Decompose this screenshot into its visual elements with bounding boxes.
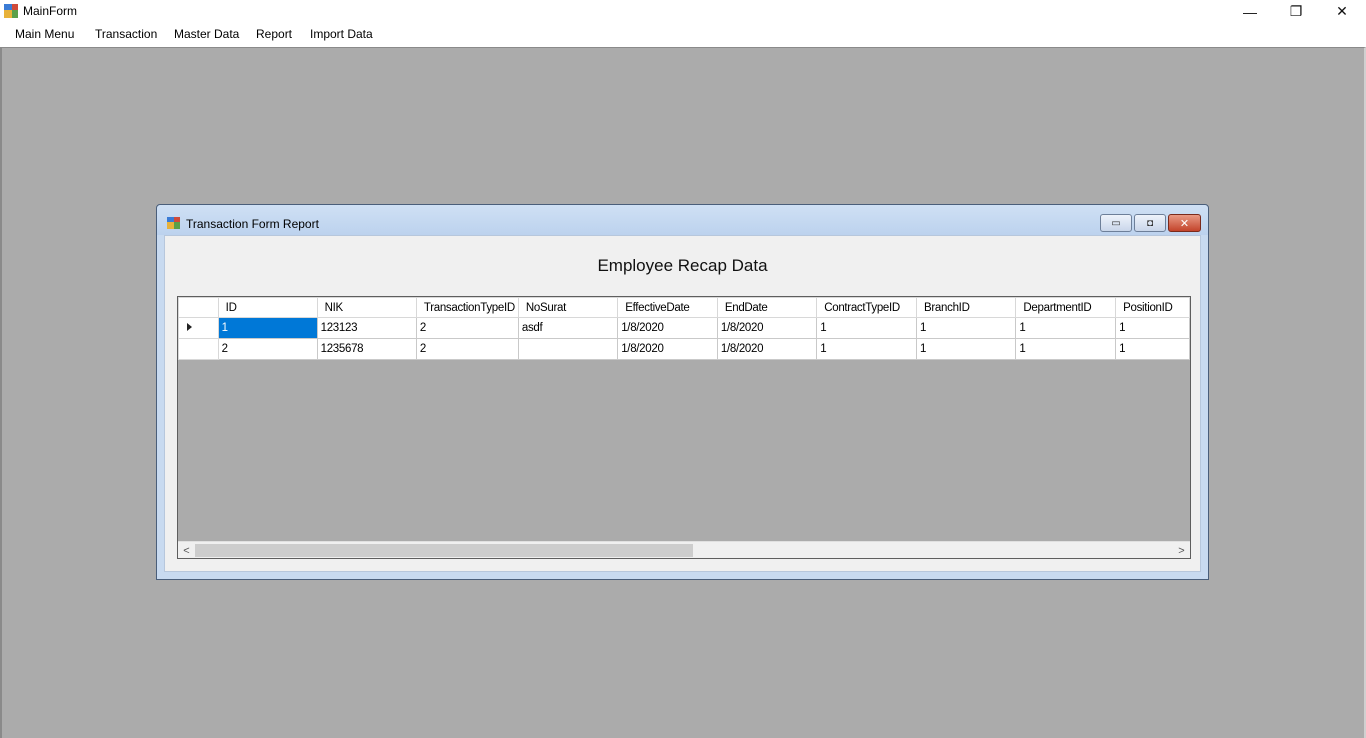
menu-main-menu[interactable]: Main Menu	[15, 27, 74, 41]
row-header[interactable]	[178, 338, 219, 360]
grid-cell[interactable]: 1/8/2020	[617, 338, 718, 360]
menu-master-data[interactable]: Master Data	[174, 27, 239, 41]
grid-table: ID NIK TransactionTypeID NoSurat Effecti…	[178, 297, 1190, 360]
row-header[interactable]	[178, 317, 219, 339]
menu-bar: Main Menu Transaction Master Data Report…	[0, 23, 1366, 47]
grid-cell[interactable]: asdf	[517, 317, 619, 339]
child-minimize-button[interactable]: ▭	[1100, 214, 1132, 232]
grid-cell[interactable]: 2	[217, 338, 318, 360]
grid-cell[interactable]: 1	[1015, 338, 1117, 360]
menu-import-data[interactable]: Import Data	[310, 27, 373, 41]
row-header-corner	[178, 297, 219, 318]
column-header-enddate[interactable]: EndDate	[716, 297, 818, 318]
column-header-contracttypeid[interactable]: ContractTypeID	[816, 297, 918, 318]
grid-cell[interactable]: 1	[816, 338, 918, 360]
child-close-button[interactable]: ✕	[1168, 214, 1201, 232]
column-header-positionid[interactable]: PositionID	[1115, 297, 1190, 318]
menu-report[interactable]: Report	[256, 27, 292, 41]
table-row[interactable]: 1 123123 2 asdf 1/8/2020 1/8/2020 1 1 1 …	[178, 317, 1190, 339]
window-title: MainForm	[23, 4, 78, 18]
horizontal-scrollbar[interactable]: < >	[178, 541, 1190, 558]
grid-cell[interactable]: 1	[916, 317, 1017, 339]
column-header-branchid[interactable]: BranchID	[916, 297, 1017, 318]
column-header-nik[interactable]: NIK	[316, 297, 417, 318]
grid-cell[interactable]: 1	[217, 317, 318, 339]
transaction-form-report-window: Transaction Form Report ▭ ◘ ✕ Employee R…	[156, 204, 1209, 580]
restore-button[interactable]: ❐	[1273, 0, 1319, 23]
grid-cell[interactable]: 123123	[316, 317, 417, 339]
scroll-right-icon[interactable]: >	[1173, 542, 1190, 558]
grid-cell[interactable]: 1/8/2020	[716, 338, 818, 360]
menu-transaction[interactable]: Transaction	[95, 27, 157, 41]
column-header-id[interactable]: ID	[217, 297, 318, 318]
column-header-effectivedate[interactable]: EffectiveDate	[617, 297, 718, 318]
app-form-icon	[4, 4, 18, 18]
grid-cell[interactable]: 1235678	[316, 338, 417, 360]
grid-cell[interactable]: 1/8/2020	[617, 317, 718, 339]
form-icon	[167, 217, 180, 229]
grid-cell[interactable]: 1	[1115, 338, 1190, 360]
grid-cell[interactable]: 1	[1015, 317, 1117, 339]
minimize-button[interactable]: —	[1227, 0, 1273, 23]
grid-cell[interactable]	[517, 338, 619, 360]
table-row[interactable]: 2 1235678 2 1/8/2020 1/8/2020 1 1 1 1	[178, 338, 1190, 360]
grid-cell[interactable]: 2	[415, 338, 519, 360]
grid-cell[interactable]: 1	[916, 338, 1017, 360]
child-window-title: Transaction Form Report	[186, 217, 319, 231]
child-titlebar[interactable]: Transaction Form Report ▭ ◘ ✕	[157, 205, 1208, 235]
column-header-transactiontypeid[interactable]: TransactionTypeID	[415, 297, 519, 318]
grid-cell[interactable]: 2	[415, 317, 519, 339]
grid-cell[interactable]: 1	[1115, 317, 1190, 339]
column-header-departmentid[interactable]: DepartmentID	[1015, 297, 1117, 318]
employee-recap-grid[interactable]: ID NIK TransactionTypeID NoSurat Effecti…	[177, 296, 1191, 559]
close-button[interactable]: ✕	[1319, 0, 1365, 23]
current-row-arrow-icon	[187, 323, 192, 331]
grid-header-row: ID NIK TransactionTypeID NoSurat Effecti…	[178, 297, 1190, 318]
scroll-left-icon[interactable]: <	[178, 542, 195, 558]
child-client-area: Employee Recap Data ID NIK TransactionTy…	[164, 235, 1201, 572]
scroll-thumb[interactable]	[195, 544, 693, 557]
grid-cell[interactable]: 1/8/2020	[716, 317, 818, 339]
grid-cell[interactable]: 1	[816, 317, 918, 339]
column-header-nosurat[interactable]: NoSurat	[517, 297, 619, 318]
main-titlebar[interactable]: MainForm — ❐ ✕	[0, 0, 1366, 23]
form-heading: Employee Recap Data	[597, 256, 768, 275]
child-maximize-button[interactable]: ◘	[1134, 214, 1166, 232]
